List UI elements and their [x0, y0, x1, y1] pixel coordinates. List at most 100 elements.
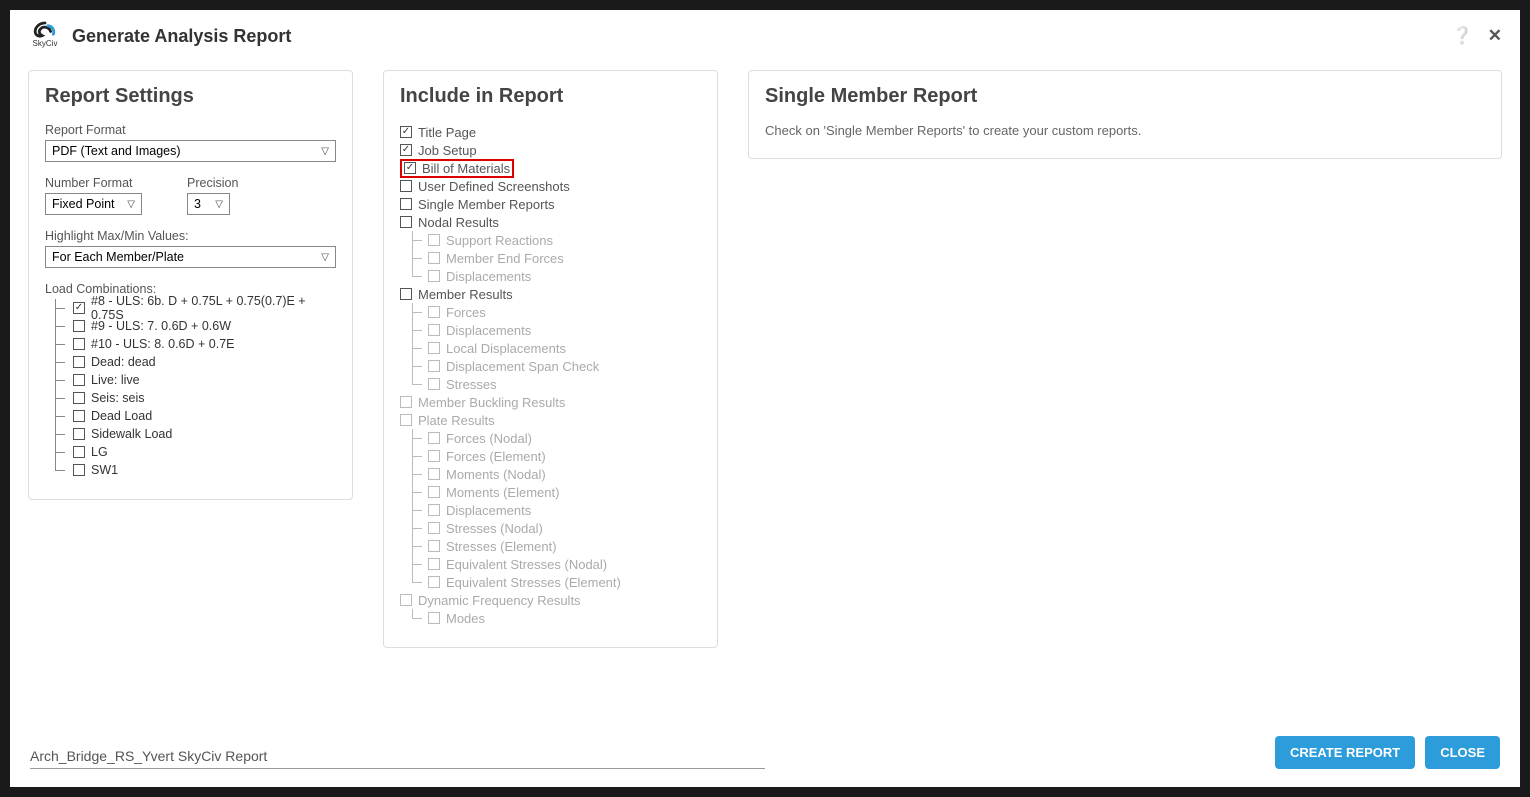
- load-combo-row: #9 - ULS: 7. 0.6D + 0.6W: [45, 317, 336, 335]
- include-checkbox: [428, 360, 440, 372]
- modal-title: Generate Analysis Report: [72, 26, 1452, 47]
- chevron-down-icon: ▽: [215, 199, 223, 210]
- include-checkbox: [428, 270, 440, 282]
- include-row: Moments (Element): [400, 483, 701, 501]
- load-combo-label: #9 - ULS: 7. 0.6D + 0.6W: [91, 319, 231, 333]
- load-combo-row: Live: live: [45, 371, 336, 389]
- include-checkbox[interactable]: [400, 216, 412, 228]
- include-row: User Defined Screenshots: [400, 177, 701, 195]
- include-label: Stresses (Element): [446, 539, 557, 554]
- tree-connector: [45, 461, 73, 479]
- include-checkbox[interactable]: [404, 162, 416, 174]
- load-combo-checkbox[interactable]: [73, 374, 85, 386]
- tree-connector: [45, 353, 73, 371]
- create-report-button[interactable]: CREATE REPORT: [1275, 736, 1415, 769]
- single-member-hint: Check on 'Single Member Reports' to crea…: [765, 123, 1485, 138]
- include-row: Displacement Span Check: [400, 357, 701, 375]
- include-label: Moments (Nodal): [446, 467, 546, 482]
- load-combo-label: LG: [91, 445, 108, 459]
- include-row: Forces (Nodal): [400, 429, 701, 447]
- include-row: Title Page: [400, 123, 701, 141]
- include-panel: Include in Report Title PageJob SetupBil…: [383, 70, 718, 648]
- precision-value: 3: [194, 197, 201, 211]
- tree-connector: [45, 299, 73, 317]
- include-row: Member Results: [400, 285, 701, 303]
- tree-connector: [45, 371, 73, 389]
- include-label: Stresses (Nodal): [446, 521, 543, 536]
- highlight-select[interactable]: For Each Member/Plate ▽: [45, 246, 336, 268]
- tree-connector: [400, 339, 428, 357]
- include-checkbox[interactable]: [400, 126, 412, 138]
- tree-connector: [400, 537, 428, 555]
- chevron-down-icon: ▽: [127, 199, 135, 210]
- logo-swirl-icon: [31, 20, 59, 40]
- include-checkbox[interactable]: [400, 198, 412, 210]
- include-checkbox: [428, 252, 440, 264]
- include-row: Member Buckling Results: [400, 393, 701, 411]
- include-row: Forces: [400, 303, 701, 321]
- load-combo-label: #10 - ULS: 8. 0.6D + 0.7E: [91, 337, 235, 351]
- include-row: Stresses (Nodal): [400, 519, 701, 537]
- single-member-title: Single Member Report: [765, 85, 1485, 108]
- include-checkbox[interactable]: [400, 180, 412, 192]
- include-row: Job Setup: [400, 141, 701, 159]
- include-row: Dynamic Frequency Results: [400, 591, 701, 609]
- load-combo-checkbox[interactable]: [73, 446, 85, 458]
- load-combo-row: LG: [45, 443, 336, 461]
- load-combo-row: #8 - ULS: 6b. D + 0.75L + 0.75(0.7)E + 0…: [45, 299, 336, 317]
- include-label: Local Displacements: [446, 341, 566, 356]
- tree-connector: [400, 465, 428, 483]
- load-combo-checkbox[interactable]: [73, 356, 85, 368]
- load-combo-checkbox[interactable]: [73, 428, 85, 440]
- single-member-panel: Single Member Report Check on 'Single Me…: [748, 70, 1502, 159]
- precision-select[interactable]: 3 ▽: [187, 193, 230, 215]
- include-label: Equivalent Stresses (Element): [446, 575, 621, 590]
- include-checkbox[interactable]: [400, 288, 412, 300]
- include-label: Plate Results: [418, 413, 495, 428]
- load-combo-checkbox[interactable]: [73, 302, 85, 314]
- include-label: Equivalent Stresses (Nodal): [446, 557, 607, 572]
- include-row: Modes: [400, 609, 701, 627]
- tree-connector: [45, 407, 73, 425]
- load-combo-checkbox[interactable]: [73, 320, 85, 332]
- number-format-select[interactable]: Fixed Point ▽: [45, 193, 142, 215]
- load-combo-tree: #8 - ULS: 6b. D + 0.75L + 0.75(0.7)E + 0…: [45, 299, 336, 479]
- tree-connector: [400, 303, 428, 321]
- tree-connector: [400, 429, 428, 447]
- close-button[interactable]: CLOSE: [1425, 736, 1500, 769]
- tree-connector: [400, 375, 428, 393]
- load-combo-checkbox[interactable]: [73, 338, 85, 350]
- tree-connector: [400, 573, 428, 591]
- include-label: Modes: [446, 611, 485, 626]
- modal-dialog: SkyCiv Generate Analysis Report ❔ ✕ Repo…: [10, 10, 1520, 787]
- include-checkbox: [428, 486, 440, 498]
- include-checkbox: [428, 324, 440, 336]
- tree-connector: [400, 555, 428, 573]
- tree-connector: [45, 335, 73, 353]
- help-icon[interactable]: ❔: [1452, 26, 1473, 46]
- report-settings-title: Report Settings: [45, 85, 336, 108]
- load-combo-row: #10 - ULS: 8. 0.6D + 0.7E: [45, 335, 336, 353]
- include-checkbox: [428, 234, 440, 246]
- include-label: Single Member Reports: [418, 197, 555, 212]
- report-format-label: Report Format: [45, 123, 336, 137]
- load-combo-checkbox[interactable]: [73, 410, 85, 422]
- include-row: Nodal Results: [400, 213, 701, 231]
- include-label: Forces (Nodal): [446, 431, 532, 446]
- include-label: Nodal Results: [418, 215, 499, 230]
- report-format-select[interactable]: PDF (Text and Images) ▽: [45, 140, 336, 162]
- include-checkbox: [428, 432, 440, 444]
- tree-connector: [45, 443, 73, 461]
- close-icon[interactable]: ✕: [1488, 26, 1502, 46]
- load-combo-checkbox[interactable]: [73, 392, 85, 404]
- load-combo-label: Seis: seis: [91, 391, 145, 405]
- tree-connector: [400, 267, 428, 285]
- load-combo-checkbox[interactable]: [73, 464, 85, 476]
- include-checkbox[interactable]: [400, 144, 412, 156]
- include-row: Moments (Nodal): [400, 465, 701, 483]
- modal-body: Report Settings Report Format PDF (Text …: [10, 60, 1520, 726]
- include-row: Displacements: [400, 501, 701, 519]
- tree-connector: [400, 501, 428, 519]
- report-name-input[interactable]: [30, 744, 765, 769]
- include-label: Displacement Span Check: [446, 359, 599, 374]
